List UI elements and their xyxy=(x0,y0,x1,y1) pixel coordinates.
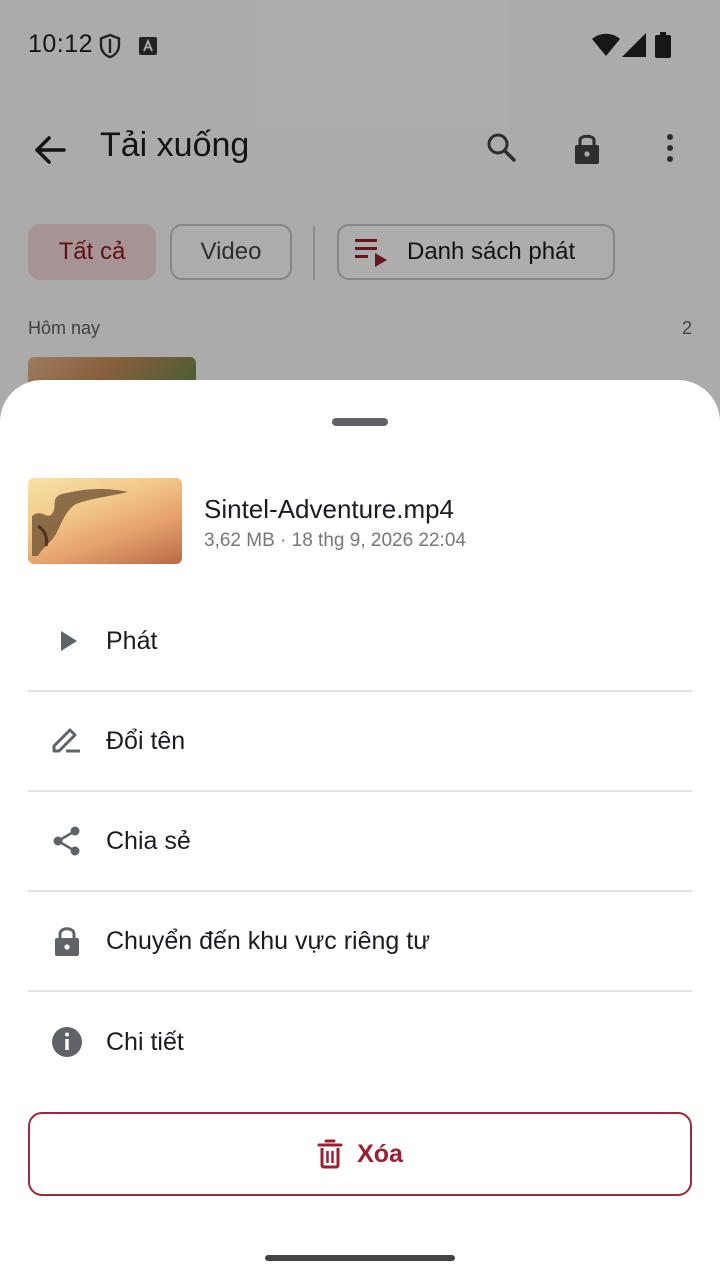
file-meta: 3,62 MB · 18 thg 9, 2026 22:04 xyxy=(204,530,466,551)
edit-icon xyxy=(52,728,80,753)
action-details-label: Chi tiết xyxy=(106,1027,184,1056)
gesture-navigation-bar[interactable] xyxy=(265,1255,455,1261)
delete-button[interactable]: Xóa xyxy=(28,1112,692,1196)
share-icon xyxy=(53,826,80,856)
action-play-label: Phát xyxy=(106,626,158,655)
thumbnail-image xyxy=(32,488,128,556)
file-name: Sintel-Adventure.mp4 xyxy=(204,494,455,524)
delete-label: Xóa xyxy=(357,1139,403,1168)
action-menu: Phát Đổi tên Chia sẻ Chuyển đến khu vực … xyxy=(28,592,692,1092)
bottom-sheet: Sintel-Adventure.mp4 3,62 MB · 18 thg 9,… xyxy=(0,380,720,1280)
file-thumbnail xyxy=(28,478,182,564)
lock-icon xyxy=(55,927,79,956)
info-icon xyxy=(52,1027,82,1057)
drag-handle[interactable] xyxy=(332,418,388,426)
action-rename-label: Đổi tên xyxy=(106,726,186,755)
action-move-private[interactable]: Chuyển đến khu vực riêng tư xyxy=(28,892,692,992)
play-icon xyxy=(61,631,77,651)
action-share[interactable]: Chia sẻ xyxy=(28,792,692,892)
action-details[interactable]: Chi tiết xyxy=(28,992,692,1092)
trash-icon xyxy=(317,1139,343,1169)
action-move-private-label: Chuyển đến khu vực riêng tư xyxy=(106,926,430,955)
action-play[interactable]: Phát xyxy=(28,592,692,692)
action-share-label: Chia sẻ xyxy=(106,826,191,855)
action-rename[interactable]: Đổi tên xyxy=(28,692,692,792)
